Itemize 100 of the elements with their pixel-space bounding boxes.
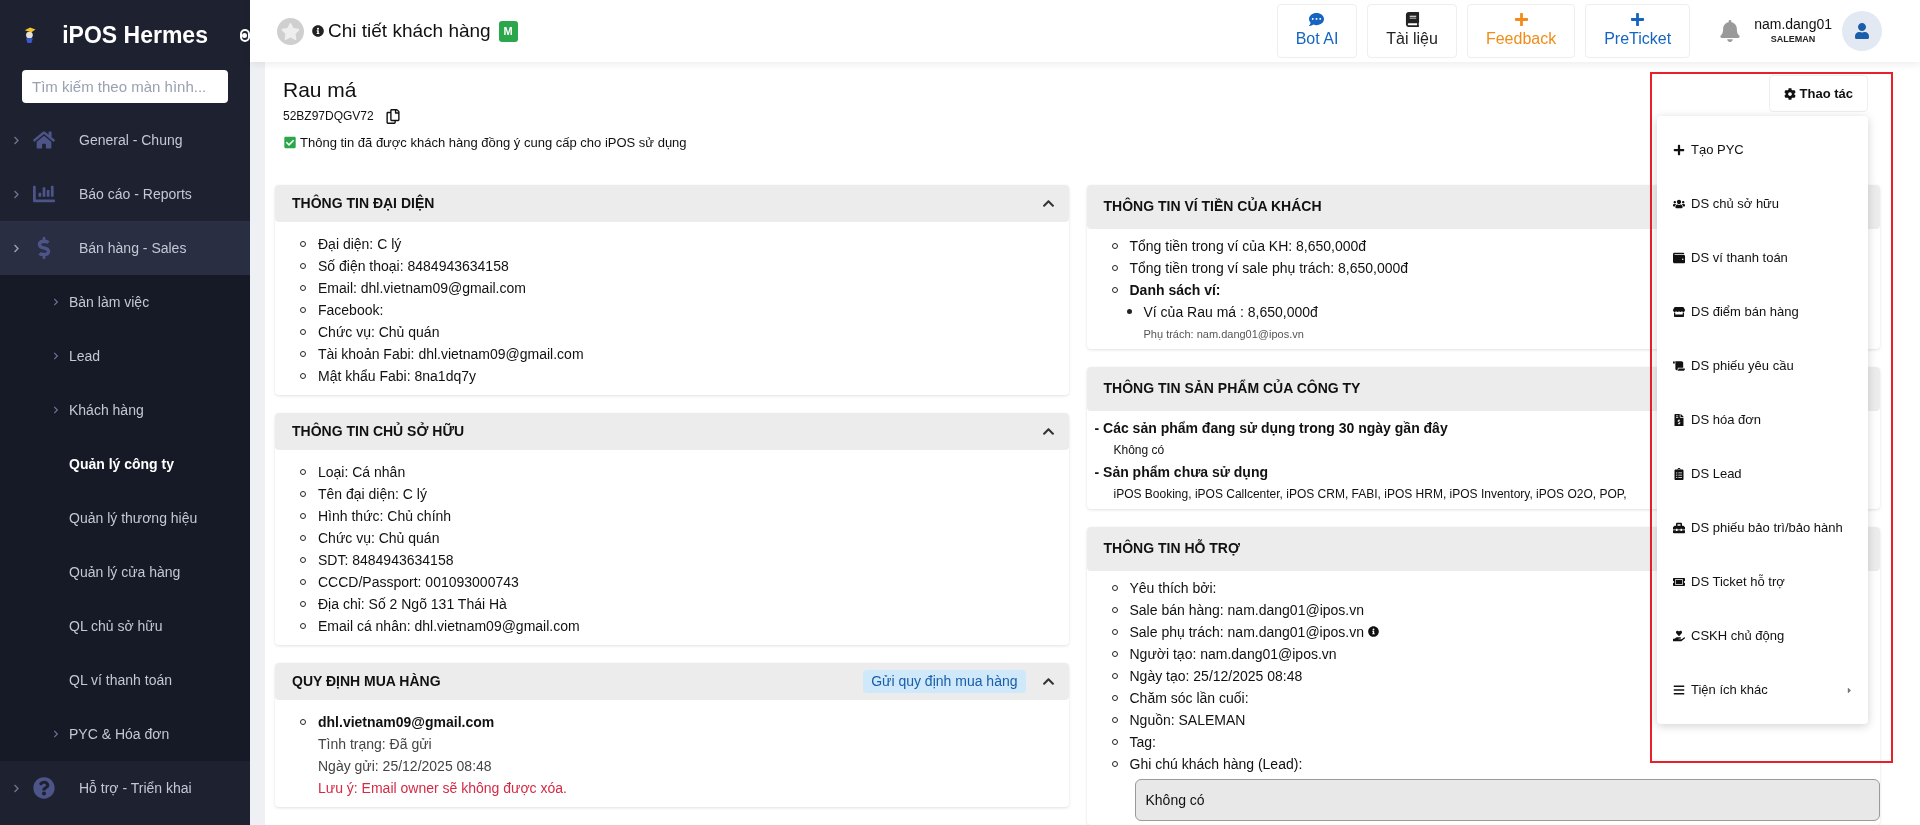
info-line: Nguồn: SALEMAN <box>1129 710 1246 730</box>
sidebar-label: Hỗ trợ - Triển khai <box>79 778 192 798</box>
info-line: Tổng tiền trong ví sale phụ trách: 8,650,000đ <box>1129 258 1409 278</box>
warning-text: Lưu ý: Email owner sẽ không được xóa. <box>318 779 567 796</box>
sidebar-label: Quản lý công ty <box>69 454 174 474</box>
status-badge: M <box>498 20 518 42</box>
sidebar-label: Bàn làm việc <box>69 292 150 312</box>
info-line: iPOS Booking, iPOS Callcenter, iPOS CRM, FABI, iPOS HRM, iPOS Inventory, iPOS O2O, POP, <box>1113 486 1627 501</box>
card-title: THÔNG TIN ĐẠI DIỆN <box>292 193 435 213</box>
menu-item[interactable]: Tạo PYC <box>1657 123 1868 177</box>
info-line: Người tạo: nam.dang01@ipos.vn <box>1129 644 1337 664</box>
info-line: Email: dhl.vietnam09@gmail.com <box>318 278 526 298</box>
caret-icon <box>1845 685 1854 695</box>
sidebar-subitem[interactable]: Khách hàng <box>0 383 250 437</box>
wallet-icon <box>1673 252 1685 264</box>
info-line: Tài khoản Fabi: dhl.vietnam09@gmail.com <box>318 344 584 364</box>
info-line: SDT: 8484943634158 <box>318 550 454 570</box>
info-line: Mật khẩu Fabi: 8na1dq7y <box>318 366 476 386</box>
sidebar-subitem[interactable]: QL ví thanh toán <box>0 653 250 707</box>
menu-item[interactable]: CSKH chủ động <box>1657 609 1868 663</box>
scroll-icon <box>1673 360 1685 372</box>
user-name: nam.dang01 <box>1754 15 1832 33</box>
sidebar-label: Lead <box>69 346 101 366</box>
sidebar-subitem[interactable]: Quản lý thương hiệu <box>0 491 250 545</box>
search-field[interactable]: Tìm kiếm theo màn hình... <box>22 70 228 103</box>
chevron-icon <box>52 406 60 414</box>
info-line: Email cá nhân: dhl.vietnam09@gmail.com <box>318 616 580 636</box>
book-icon <box>1404 11 1420 27</box>
customer-code: 52BZ97DQGV72 <box>283 108 374 125</box>
bar-chart-icon <box>33 183 55 205</box>
chevron-icon <box>12 189 21 199</box>
plus-icon <box>1673 144 1685 156</box>
help-icon <box>33 777 55 799</box>
plus-icon <box>1513 11 1529 27</box>
card-header[interactable]: QUY ĐỊNH MUA HÀNG Gửi quy định mua hàng <box>275 662 1069 700</box>
sidebar-label: Bán hàng - Sales <box>79 238 187 258</box>
consent-icon <box>283 136 297 150</box>
sidebar-label: Báo cáo - Reports <box>79 184 192 204</box>
sidebar-subitem[interactable]: QL chủ sở hữu <box>0 599 250 653</box>
info-line: Sale phụ trách: nam.dang01@ipos.vn <box>1129 622 1364 642</box>
sidebar-subitem[interactable]: PYC & Hóa đơn <box>0 707 250 761</box>
info-icon[interactable] <box>1368 626 1379 637</box>
clipboard-icon <box>1673 468 1685 480</box>
send-rules-button[interactable]: Gửi quy định mua hàng <box>863 669 1026 693</box>
info-line: Số điện thoại: 8484943634158 <box>318 256 509 276</box>
menu-item[interactable]: Tiện ích khác <box>1657 663 1868 717</box>
sidebar-label: QL ví thanh toán <box>69 670 172 690</box>
invoice-icon <box>1673 414 1685 426</box>
list-icon <box>1673 684 1685 696</box>
info-line: Chức vụ: Chủ quán <box>318 322 440 342</box>
info-line: Sale bán hàng: nam.dang01@ipos.vn <box>1129 600 1364 620</box>
card-title: THÔNG TIN CHỦ SỞ HỮU <box>292 421 465 441</box>
users-icon <box>1673 198 1685 210</box>
sidebar-label: Quản lý thương hiệu <box>69 508 198 528</box>
info-line: Loại: Cá nhân <box>318 462 406 482</box>
bell-icon[interactable] <box>1720 20 1741 42</box>
plus-icon <box>1630 11 1646 27</box>
header-button[interactable]: PreTicket <box>1585 4 1691 58</box>
chevron-icon <box>12 783 21 793</box>
info-line: Ví của Rau má : 8,650,000đ <box>1143 302 1318 322</box>
info-caption: Phụ trách: nam.dang01@ipos.vn <box>1143 327 1304 340</box>
sidebar-label: PYC & Hóa đơn <box>69 724 170 744</box>
info-line: Ghi chú khách hàng (Lead): <box>1129 754 1303 774</box>
sidebar-label: QL chủ sở hữu <box>69 616 163 636</box>
info-icon <box>312 25 324 37</box>
menu-item[interactable]: DS ví thanh toán <box>1657 231 1868 285</box>
sidebar-subitem[interactable]: Quản lý công ty <box>0 437 250 491</box>
info-line: Địa chỉ: Số 2 Ngõ 131 Thái Hà <box>318 594 507 614</box>
info-line: Chức vụ: Chủ quán <box>318 528 440 548</box>
card-header[interactable]: THÔNG TIN CHỦ SỞ HỮU <box>275 412 1069 450</box>
card-title: THÔNG TIN SẢN PHẨM CỦA CÔNG TY <box>1103 378 1361 398</box>
sidebar-subitem[interactable]: Quản lý cửa hàng <box>0 545 250 599</box>
header-button[interactable]: Bot AI <box>1276 4 1358 58</box>
sidebar-label: Quản lý cửa hàng <box>69 562 181 582</box>
info-line: Chăm sóc lần cuối: <box>1129 688 1249 708</box>
info-line: Facebook: <box>318 300 384 320</box>
copy-icon[interactable] <box>385 108 400 124</box>
sidebar-subitem[interactable]: Lead <box>0 329 250 383</box>
chevron-icon <box>52 352 60 360</box>
menu-item[interactable]: DS Lead <box>1657 447 1868 501</box>
chat-icon <box>1309 11 1325 27</box>
card-title: THÔNG TIN HỖ TRỢ <box>1103 538 1240 558</box>
card-header[interactable]: THÔNG TIN ĐẠI DIỆN <box>275 184 1069 222</box>
chevron-icon <box>52 730 60 738</box>
avatar[interactable] <box>1842 11 1882 51</box>
consent-text: Thông tin đã được khách hàng đồng ý cung cấp cho iPOS sử dụng <box>300 134 687 152</box>
actions-button[interactable]: Thao tác <box>1768 75 1868 112</box>
info-line: Tổng tiền trong ví của KH: 8,650,000đ <box>1129 236 1367 256</box>
section-heading: - Sản phẩm chưa sử dụng <box>1094 463 1269 480</box>
ticket-icon <box>1673 576 1685 588</box>
user-role: SALEMAN <box>1770 32 1816 46</box>
hand-heart-icon <box>1673 630 1685 642</box>
sidebar-subitem[interactable]: Bàn làm việc <box>0 275 250 329</box>
note-box: Không có <box>1134 778 1880 821</box>
menu-item[interactable]: DS điểm bán hàng <box>1657 285 1868 339</box>
info-line: CCCD/Passport: 001093000743 <box>318 572 519 592</box>
header-button[interactable]: Tài liệu <box>1367 4 1457 58</box>
chevron-icon <box>52 298 60 306</box>
page-title: Chi tiết khách hàng <box>328 18 491 43</box>
sidebar-item[interactable]: Bán hàng - Sales <box>0 221 250 275</box>
